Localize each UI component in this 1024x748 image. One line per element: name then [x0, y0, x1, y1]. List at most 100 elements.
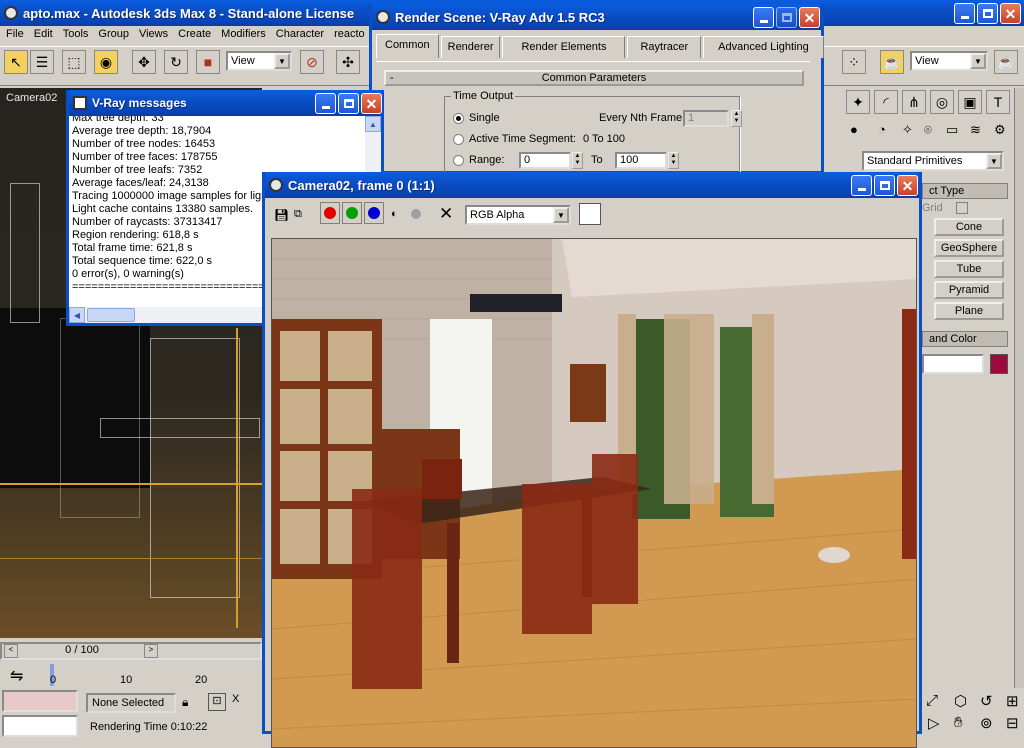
- utilities-tab-icon[interactable]: T: [986, 90, 1010, 114]
- viewport-label[interactable]: Camera02: [6, 92, 57, 104]
- name-color-rollout[interactable]: and Color: [922, 331, 1008, 347]
- render-scene-button[interactable]: ☕: [880, 50, 904, 74]
- menu-group[interactable]: Group: [94, 26, 135, 44]
- arc-rotate-icon[interactable]: ↺: [980, 692, 993, 710]
- menu-modifiers[interactable]: Modifiers: [217, 26, 272, 44]
- green-channel-toggle[interactable]: [342, 202, 362, 224]
- main-minimize-button[interactable]: [954, 3, 975, 24]
- scroll-up-icon[interactable]: ▲: [365, 116, 381, 132]
- menu-views[interactable]: Views: [135, 26, 174, 44]
- vray-close-button[interactable]: ✕: [361, 93, 382, 114]
- tab-renderer[interactable]: Renderer: [440, 36, 501, 58]
- monochrome-icon[interactable]: ◐: [391, 208, 398, 220]
- blue-channel-toggle[interactable]: [364, 202, 384, 224]
- vray-maximize-button[interactable]: [338, 93, 359, 114]
- range-radio[interactable]: [453, 155, 464, 166]
- geometry-icon[interactable]: ●: [850, 122, 858, 137]
- motion-tab-icon[interactable]: ◎: [930, 90, 954, 114]
- range-from-spinner[interactable]: ▲ ▼: [572, 152, 583, 169]
- quick-render-button[interactable]: ☕: [994, 50, 1018, 74]
- menu-reactor[interactable]: reacto: [330, 26, 371, 44]
- select-manipulate-button[interactable]: ✣: [336, 50, 360, 74]
- rendered-image[interactable]: [271, 238, 917, 748]
- zoom-icon[interactable]: ⤢: [926, 692, 938, 709]
- time-slider-left-arrow[interactable]: <: [4, 644, 18, 658]
- tab-raytracer[interactable]: Raytracer: [627, 36, 702, 58]
- absolute-mode-icon[interactable]: ⊡: [208, 693, 226, 711]
- shapes-icon[interactable]: ◔: [878, 122, 886, 137]
- time-slider[interactable]: < 0 / 100 >: [0, 642, 262, 660]
- spacewarps-icon[interactable]: ≋: [970, 122, 981, 138]
- cone-button[interactable]: Cone: [934, 218, 1004, 236]
- rollout-toggle[interactable]: -: [390, 72, 394, 84]
- range-to-field[interactable]: 100: [615, 152, 667, 169]
- reference-coordinate-dropdown[interactable]: View ▼: [226, 51, 292, 71]
- pyramid-button[interactable]: Pyramid: [934, 281, 1004, 299]
- display-tab-icon[interactable]: ▣: [958, 90, 982, 114]
- clear-icon[interactable]: ✕: [439, 204, 453, 224]
- tab-common[interactable]: Common: [376, 34, 439, 58]
- tab-advanced-lighting[interactable]: Advanced Lighting: [703, 36, 824, 58]
- lock-icon[interactable]: 🔒︎: [182, 695, 188, 710]
- active-segment-radio[interactable]: [453, 134, 464, 145]
- frame-buffer-minimize-button[interactable]: [851, 175, 872, 196]
- hierarchy-tab-icon[interactable]: ⋔: [902, 90, 926, 114]
- window-crossing-button[interactable]: ◉: [94, 50, 118, 74]
- track-bar-icon[interactable]: ⇋: [10, 666, 23, 686]
- menu-tools[interactable]: Tools: [59, 26, 95, 44]
- range-from-field[interactable]: 0: [519, 152, 571, 169]
- rotate-tool-button[interactable]: ↻: [164, 50, 188, 74]
- render-scene-maximize-button[interactable]: [776, 7, 797, 28]
- plane-button[interactable]: Plane: [934, 302, 1004, 320]
- clone-icon[interactable]: ⧉: [294, 208, 302, 221]
- menu-create[interactable]: Create: [174, 26, 217, 44]
- create-tab-icon[interactable]: ✦: [846, 90, 870, 114]
- systems-icon[interactable]: ⚙: [994, 122, 1006, 138]
- render-scene-minimize-button[interactable]: [753, 7, 774, 28]
- horizontal-scroll-thumb[interactable]: [87, 308, 135, 322]
- cube-icon[interactable]: ⬡: [954, 692, 967, 710]
- red-channel-toggle[interactable]: [320, 202, 340, 224]
- object-color-swatch[interactable]: [990, 354, 1008, 374]
- range-to-spinner[interactable]: ▲ ▼: [668, 152, 679, 169]
- pivot-button[interactable]: ⊘: [300, 50, 324, 74]
- save-icon[interactable]: 💾︎: [274, 208, 289, 222]
- channel-dropdown[interactable]: RGB Alpha ▼: [465, 205, 571, 225]
- field-of-view-icon[interactable]: ▷: [928, 714, 940, 732]
- frame-buffer-maximize-button[interactable]: [874, 175, 895, 196]
- menu-character[interactable]: Character: [272, 26, 330, 44]
- scroll-left-icon[interactable]: ◀: [69, 307, 85, 323]
- pan-hand-icon[interactable]: ✋︎: [954, 714, 963, 731]
- cameras-icon[interactable]: ⌾: [924, 122, 932, 138]
- maxscript-listener[interactable]: [2, 690, 78, 712]
- single-radio[interactable]: [453, 113, 464, 124]
- main-close-button[interactable]: ✕: [1000, 3, 1021, 24]
- select-tool-button[interactable]: ↖: [4, 50, 28, 74]
- move-tool-button[interactable]: ✥: [132, 50, 156, 74]
- autogrid-checkbox[interactable]: [956, 202, 968, 214]
- frame-buffer-close-button[interactable]: ✕: [897, 175, 918, 196]
- common-parameters-rollout[interactable]: - Common Parameters: [384, 70, 804, 86]
- object-type-rollout[interactable]: ct Type: [922, 183, 1008, 199]
- render-type-dropdown[interactable]: View ▼: [910, 51, 988, 71]
- region-select-button[interactable]: ⬚: [62, 50, 86, 74]
- min-max-toggle-icon[interactable]: ⊟: [1006, 714, 1019, 732]
- time-slider-right-arrow[interactable]: >: [144, 644, 158, 658]
- main-restore-button[interactable]: [977, 3, 998, 24]
- select-by-name-button[interactable]: ☰: [30, 50, 54, 74]
- scale-tool-button[interactable]: ■: [196, 50, 220, 74]
- helpers-icon[interactable]: ▭: [946, 122, 958, 138]
- category-dropdown[interactable]: Standard Primitives ▼: [862, 151, 1004, 171]
- orbit-icon[interactable]: ⊚: [980, 714, 993, 732]
- tube-button[interactable]: Tube: [934, 260, 1004, 278]
- every-nth-spinner[interactable]: ▲ ▼: [731, 110, 742, 127]
- color-swatch[interactable]: [579, 203, 601, 225]
- geosphere-button[interactable]: GeoSphere: [934, 239, 1004, 257]
- render-scene-close-button[interactable]: ✕: [799, 7, 820, 28]
- modify-tab-icon[interactable]: ◜: [874, 90, 898, 114]
- menu-file[interactable]: File: [2, 26, 30, 44]
- maximize-viewport-icon[interactable]: ⊞: [1006, 692, 1019, 710]
- every-nth-field[interactable]: 1: [683, 110, 729, 127]
- maxscript-input[interactable]: [2, 715, 78, 737]
- lights-icon[interactable]: ✧: [902, 122, 913, 138]
